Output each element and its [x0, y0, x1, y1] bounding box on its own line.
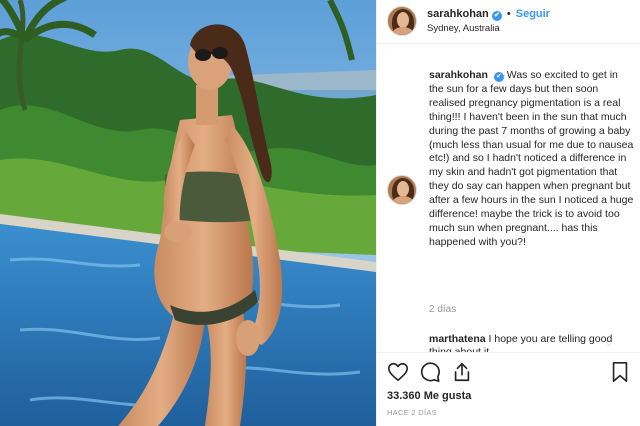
verified-icon: ✔	[491, 11, 502, 21]
comment-item: marthatena I hope you are telling good t…	[429, 333, 619, 353]
post-side-panel: sarahkohan ✔ • Seguir Sydney, Australia s…	[376, 0, 640, 426]
action-bar: 33.360 Me gusta HACE 2 DÍAS	[377, 352, 640, 426]
post-photo[interactable]	[0, 0, 376, 426]
post-caption: sarahkohan ✔ Was so excited to get in th…	[429, 69, 635, 250]
posted-time: HACE 2 DÍAS	[387, 408, 437, 417]
caption-timestamp[interactable]: 2 días	[429, 304, 456, 315]
comment-like-icon[interactable]: ♡	[605, 338, 613, 349]
likes-count[interactable]: 33.360 Me gusta	[387, 390, 471, 402]
post-header: sarahkohan ✔ • Seguir Sydney, Australia	[377, 0, 640, 44]
heart-icon[interactable]	[387, 361, 409, 383]
header-username-line: sarahkohan ✔ • Seguir	[427, 8, 550, 21]
avatar[interactable]	[387, 6, 417, 36]
follow-button[interactable]: Seguir	[516, 8, 550, 20]
separator-dot: •	[506, 8, 511, 20]
share-icon[interactable]	[451, 361, 473, 383]
caption-avatar[interactable]	[387, 175, 417, 205]
comment-icon[interactable]	[419, 361, 441, 383]
verified-icon: ✔	[493, 72, 504, 82]
location-link[interactable]: Sydney, Australia	[427, 23, 500, 34]
caption-text: Was so excited to get in the sun for a f…	[429, 69, 634, 248]
comment-username[interactable]: marthatena	[429, 333, 486, 345]
caption-username[interactable]: sarahkohan	[429, 69, 488, 81]
username-link[interactable]: sarahkohan	[427, 8, 489, 20]
bookmark-icon[interactable]	[609, 361, 631, 383]
